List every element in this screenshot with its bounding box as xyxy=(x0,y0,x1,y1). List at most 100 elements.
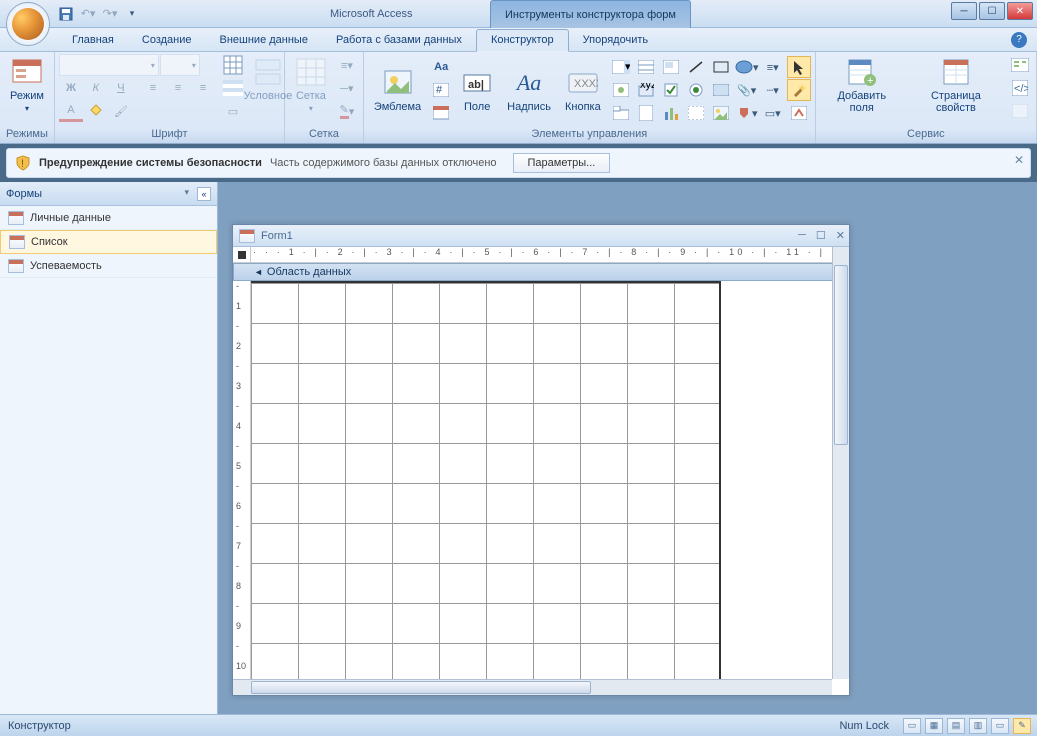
tab-database-tools[interactable]: Работа с базами данных xyxy=(322,30,476,51)
line-icon[interactable] xyxy=(684,56,708,78)
list-box-icon[interactable] xyxy=(634,56,658,78)
tab-arrange[interactable]: Упорядочить xyxy=(569,30,662,51)
align-left-icon[interactable]: ≡ xyxy=(141,77,165,99)
conditional-formatting-button[interactable]: Условное xyxy=(247,54,289,104)
status-numlock: Num Lock xyxy=(839,720,889,732)
bold-icon[interactable]: Ж xyxy=(59,77,83,99)
attach-icon[interactable]: 📎▾ xyxy=(735,79,759,101)
view-design-icon[interactable]: ✎ xyxy=(1013,718,1031,734)
nav-item[interactable]: Успеваемость xyxy=(0,254,217,278)
tab-external-data[interactable]: Внешние данные xyxy=(206,30,322,51)
group-label: Режимы xyxy=(4,126,50,143)
convert-macros-icon[interactable] xyxy=(1008,100,1032,122)
vertical-ruler[interactable]: -1-2-3-4-5-6-7-8-9-10 xyxy=(233,281,251,681)
add-fields-button[interactable]: + Добавить поля xyxy=(820,54,904,116)
view-pivottable-icon[interactable]: ▤ xyxy=(947,718,965,734)
format-painter-icon[interactable]: 🖌 xyxy=(109,100,133,122)
form-window-titlebar[interactable]: Form1 ─ ☐ ✕ xyxy=(233,225,849,247)
minimize-button[interactable]: ─ xyxy=(951,2,977,20)
save-icon[interactable] xyxy=(58,6,74,22)
tab-control-icon[interactable] xyxy=(609,102,633,124)
image-icon[interactable] xyxy=(709,102,733,124)
subform-icon[interactable] xyxy=(659,56,683,78)
nav-item[interactable]: Личные данные xyxy=(0,206,217,230)
security-close-icon[interactable]: ✕ xyxy=(1014,153,1024,167)
fill-color-icon[interactable] xyxy=(84,100,108,122)
nav-filter-dropdown-icon[interactable]: ▾ xyxy=(184,187,189,198)
bound-object-frame-icon[interactable] xyxy=(609,79,633,101)
date-time-icon[interactable] xyxy=(429,102,453,124)
label-button[interactable]: Aa Надпись xyxy=(501,65,557,115)
nav-pane-header[interactable]: Формы ▾ « xyxy=(0,182,217,206)
textbox-button[interactable]: ab| Поле xyxy=(455,65,499,115)
tab-designer[interactable]: Конструктор xyxy=(476,29,569,52)
rectangle-icon[interactable] xyxy=(709,56,733,78)
detail-section-header[interactable]: ◄Область данных xyxy=(233,263,849,281)
align-center-icon[interactable]: ≡ xyxy=(166,77,190,99)
view-datasheet-icon[interactable]: ▦ xyxy=(925,718,943,734)
view-pivotchart-icon[interactable]: ▥ xyxy=(969,718,987,734)
font-name-combo[interactable]: ▾ xyxy=(59,54,159,76)
emblem-button[interactable]: Эмблема xyxy=(368,65,427,115)
qat-customize-icon[interactable]: ▾ xyxy=(124,6,140,22)
tab-create[interactable]: Создание xyxy=(128,30,206,51)
security-options-button[interactable]: Параметры... xyxy=(513,153,611,173)
form-maximize-icon[interactable]: ☐ xyxy=(816,229,826,242)
align-right-icon[interactable]: ≡ xyxy=(191,77,215,99)
tab-home[interactable]: Главная xyxy=(58,30,128,51)
close-button[interactable]: ✕ xyxy=(1007,2,1033,20)
maximize-button[interactable]: ☐ xyxy=(979,2,1005,20)
vertical-scrollbar[interactable] xyxy=(832,247,849,679)
grid-color-icon[interactable]: ✎▾ xyxy=(335,100,359,122)
help-icon[interactable]: ? xyxy=(1011,32,1027,48)
nav-item[interactable]: Список xyxy=(0,230,217,254)
grid-style-icon[interactable]: ─▾ xyxy=(335,77,359,99)
chart-icon[interactable] xyxy=(659,102,683,124)
redo-icon[interactable]: ↷▾ xyxy=(102,6,118,22)
special-effect-icon[interactable]: ▭▾ xyxy=(761,102,785,124)
combo-box-icon[interactable]: ▾ xyxy=(609,56,633,78)
activex-controls-icon[interactable] xyxy=(787,102,811,124)
command-button[interactable]: XXXX Кнопка xyxy=(559,65,607,115)
line-type-icon[interactable]: ┄▾ xyxy=(761,79,785,101)
view-form-icon[interactable]: ▭ xyxy=(903,718,921,734)
form-close-icon[interactable]: ✕ xyxy=(836,229,845,242)
horizontal-scrollbar[interactable] xyxy=(233,679,832,695)
nav-collapse-icon[interactable]: « xyxy=(197,187,211,201)
gridlines-icon[interactable] xyxy=(221,54,245,76)
control-wizards-icon[interactable] xyxy=(787,79,811,101)
italic-icon[interactable]: К xyxy=(84,77,108,99)
underline-icon[interactable]: Ч xyxy=(109,77,133,99)
property-sheet-button[interactable]: Страница свойств xyxy=(906,54,1006,116)
horizontal-ruler[interactable]: · · · 1 · | · 2 · | · 3 · | · 4 · | · 5 … xyxy=(251,247,849,263)
more-controls-icon[interactable]: ▾ xyxy=(735,102,759,124)
unbound-object-frame-icon[interactable] xyxy=(684,102,708,124)
office-button[interactable] xyxy=(6,2,50,46)
title-icon[interactable]: Aa xyxy=(429,56,453,78)
ribbon: Режим▾ Режимы ▾ ▾ Ж К Ч ≡ ≡ ≡ xyxy=(0,52,1037,144)
toggle-button-icon[interactable] xyxy=(709,79,733,101)
form-design-grid[interactable] xyxy=(251,281,849,681)
undo-icon[interactable]: ↶▾ xyxy=(80,6,96,22)
view-mode-button[interactable]: Режим▾ xyxy=(4,54,50,117)
view-layout-icon[interactable]: ▭ xyxy=(991,718,1009,734)
nav-pane-title: Формы xyxy=(6,188,42,200)
select-pointer-icon[interactable] xyxy=(787,56,811,78)
grid-button[interactable]: Сетка▾ xyxy=(289,54,333,117)
page-numbers-icon[interactable]: # xyxy=(429,79,453,101)
alt-row-color-icon[interactable] xyxy=(221,77,245,99)
option-button-icon[interactable] xyxy=(684,79,708,101)
code-icon[interactable]: </> xyxy=(1008,77,1032,99)
checkbox-icon[interactable] xyxy=(659,79,683,101)
line-thickness-icon[interactable]: ≡▾ xyxy=(761,56,785,78)
tab-order-icon[interactable] xyxy=(1008,54,1032,76)
form-selector[interactable] xyxy=(233,247,251,263)
line-color-icon[interactable]: ▭ xyxy=(221,100,245,122)
grid-width-icon[interactable]: ≡▾ xyxy=(335,54,359,76)
option-group-icon[interactable]: xyz xyxy=(634,79,658,101)
font-size-combo[interactable]: ▾ xyxy=(160,54,200,76)
insert-hyperlink-icon[interactable]: ▾ xyxy=(735,56,759,78)
insert-page-icon[interactable] xyxy=(634,102,658,124)
font-color-icon[interactable]: A xyxy=(59,100,83,122)
form-minimize-icon[interactable]: ─ xyxy=(798,229,806,242)
